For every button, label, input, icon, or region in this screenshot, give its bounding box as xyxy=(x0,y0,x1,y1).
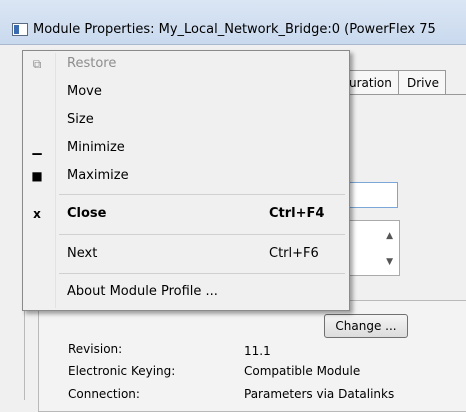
tab-drive[interactable]: Drive xyxy=(398,70,446,95)
menu-item-move[interactable]: Move xyxy=(23,79,349,105)
menu-separator xyxy=(59,234,345,235)
menu-separator xyxy=(59,273,345,274)
system-menu: ⧉ Restore Move Size ▁ Minimize ■ Maximiz… xyxy=(22,50,350,311)
revision-value: 11.1 xyxy=(244,344,271,358)
window-title-bar[interactable]: Module Properties: My_Local_Network_Brid… xyxy=(0,0,466,45)
menu-item-label: About Module Profile ... xyxy=(67,284,218,299)
change-button[interactable]: Change ... xyxy=(324,314,408,338)
electronic-keying-value: Compatible Module xyxy=(244,364,361,378)
app-icon[interactable] xyxy=(12,23,28,36)
menu-separator xyxy=(59,194,345,195)
electronic-keying-label: Electronic Keying: xyxy=(68,364,176,378)
menu-item-label: Size xyxy=(67,112,94,127)
menu-item-accelerator: Ctrl+F4 xyxy=(269,206,325,221)
menu-item-label: Minimize xyxy=(67,140,125,155)
menu-item-next[interactable]: Next Ctrl+F6 xyxy=(23,241,349,267)
tab-divider xyxy=(340,94,466,95)
menu-item-minimize[interactable]: ▁ Minimize xyxy=(23,135,349,161)
menu-item-size[interactable]: Size xyxy=(23,107,349,133)
menu-item-label: Restore xyxy=(67,56,117,71)
maximize-icon: ■ xyxy=(31,169,43,183)
menu-item-label: Maximize xyxy=(67,168,129,183)
close-icon: x xyxy=(33,207,41,221)
menu-item-restore[interactable]: ⧉ Restore xyxy=(23,51,349,77)
scroll-up-icon[interactable]: ▲ xyxy=(386,231,393,241)
connection-label: Connection: xyxy=(68,387,140,401)
menu-item-about-module-profile[interactable]: About Module Profile ... xyxy=(23,279,349,305)
scroll-down-icon[interactable]: ▼ xyxy=(386,257,393,267)
menu-item-close[interactable]: x Close Ctrl+F4 xyxy=(23,201,349,227)
menu-item-maximize[interactable]: ■ Maximize xyxy=(23,163,349,189)
connection-value: Parameters via Datalinks xyxy=(244,387,395,401)
window-title: Module Properties: My_Local_Network_Brid… xyxy=(33,22,436,37)
menu-item-accelerator: Ctrl+F6 xyxy=(269,246,319,261)
menu-item-label: Close xyxy=(67,206,107,221)
frame-border xyxy=(24,300,33,400)
minimize-icon: ▁ xyxy=(32,141,42,155)
revision-label: Revision: xyxy=(68,342,123,356)
restore-icon: ⧉ xyxy=(32,57,42,71)
menu-item-label: Next xyxy=(67,246,98,261)
menu-item-label: Move xyxy=(67,84,102,99)
